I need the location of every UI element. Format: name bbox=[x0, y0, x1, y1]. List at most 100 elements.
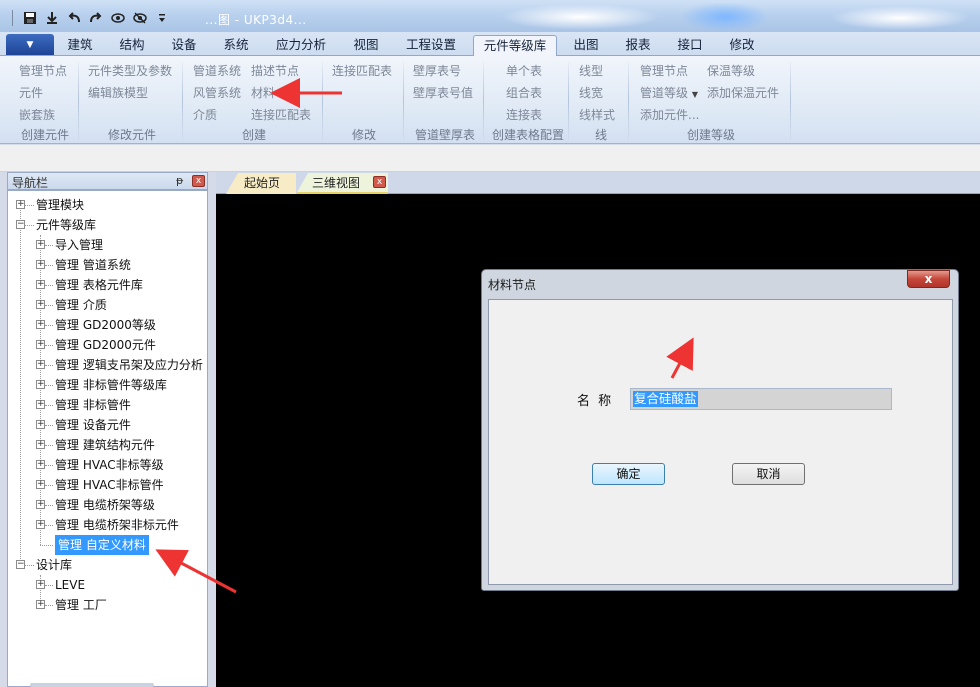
tree-node[interactable]: + 导入管理 bbox=[8, 235, 207, 255]
tree-node[interactable]: + 管理 电缆桥架非标元件 bbox=[8, 515, 207, 535]
tab-start-page[interactable]: 起始页 bbox=[226, 173, 296, 194]
add-insulation-component-button[interactable]: 添加保温元件 bbox=[707, 84, 779, 101]
cancel-button[interactable]: 取消 bbox=[732, 463, 805, 485]
expand-icon[interactable]: + bbox=[36, 500, 45, 509]
tree-node[interactable]: + 管理 介质 bbox=[8, 295, 207, 315]
tree-node[interactable]: + 管理 非标管件 bbox=[8, 395, 207, 415]
nav-horizontal-scrollbar[interactable] bbox=[30, 683, 154, 687]
close-icon[interactable]: x bbox=[373, 176, 386, 188]
component-type-params-button[interactable]: 元件类型及参数 bbox=[88, 62, 172, 79]
redo-icon[interactable] bbox=[87, 9, 105, 27]
edit-family-model-button[interactable]: 编辑族模型 bbox=[88, 84, 148, 101]
tree-node[interactable]: + 管理 表格元件库 bbox=[8, 275, 207, 295]
tab-component-class-library[interactable]: 元件等级库 bbox=[473, 35, 557, 56]
undo-icon[interactable] bbox=[65, 9, 83, 27]
tab-modify[interactable]: 修改 bbox=[720, 35, 764, 56]
tree-node[interactable]: + 管理 电缆桥架等级 bbox=[8, 495, 207, 515]
tab-drawing-output[interactable]: 出图 bbox=[564, 35, 608, 56]
expand-icon[interactable]: + bbox=[36, 400, 45, 409]
lineweight-button[interactable]: 线宽 bbox=[579, 84, 603, 101]
eye-icon[interactable] bbox=[109, 9, 127, 27]
tab-architecture[interactable]: 建筑 bbox=[58, 35, 102, 56]
expand-icon[interactable]: + bbox=[36, 240, 45, 249]
expand-icon[interactable]: + bbox=[16, 200, 25, 209]
manage-node-button[interactable]: 管理节点 bbox=[19, 62, 67, 79]
tree-node[interactable]: 管理 自定义材料 bbox=[8, 535, 207, 555]
expand-icon[interactable]: + bbox=[36, 460, 45, 469]
tab-interface[interactable]: 接口 bbox=[668, 35, 712, 56]
tree-node-label: 管理 建筑结构元件 bbox=[55, 438, 155, 452]
tree-node[interactable]: + 管理 HVAC非标等级 bbox=[8, 455, 207, 475]
combined-table-button[interactable]: 组合表 bbox=[506, 84, 542, 101]
collapse-icon[interactable]: − bbox=[16, 560, 25, 569]
customize-icon[interactable] bbox=[153, 9, 171, 27]
pin-icon[interactable]: ᵽ bbox=[176, 174, 183, 187]
expand-icon[interactable]: + bbox=[36, 600, 45, 609]
tree-node[interactable]: + 管理 GD2000元件 bbox=[8, 335, 207, 355]
name-input[interactable]: 复合硅酸盐 bbox=[630, 388, 892, 410]
tree-node-label: 管理 GD2000元件 bbox=[55, 338, 156, 352]
expand-icon[interactable]: + bbox=[36, 340, 45, 349]
add-component-button[interactable]: 添加元件... bbox=[640, 106, 699, 123]
tab-reports[interactable]: 报表 bbox=[616, 35, 660, 56]
wall-thickness-no-button[interactable]: 壁厚表号 bbox=[413, 62, 461, 79]
connection-match-table-modify-button[interactable]: 连接匹配表 bbox=[332, 62, 392, 79]
tab-view[interactable]: 视图 bbox=[344, 35, 388, 56]
tree-node[interactable]: + 管理 非标管件等级库 bbox=[8, 375, 207, 395]
ok-button[interactable]: 确定 bbox=[592, 463, 665, 485]
expand-icon[interactable]: + bbox=[36, 260, 45, 269]
expand-icon[interactable]: + bbox=[36, 420, 45, 429]
pipe-system-button[interactable]: 管道系统 bbox=[193, 62, 241, 79]
connection-table-button[interactable]: 连接表 bbox=[506, 106, 542, 123]
tree-node[interactable]: + 管理 GD2000等级 bbox=[8, 315, 207, 335]
expand-icon[interactable]: + bbox=[36, 320, 45, 329]
tree-node[interactable]: + LEVE bbox=[8, 575, 207, 595]
nested-family-button[interactable]: 嵌套族 bbox=[19, 106, 55, 123]
close-icon[interactable]: x bbox=[907, 270, 950, 288]
expand-icon[interactable]: + bbox=[36, 440, 45, 449]
single-table-button[interactable]: 单个表 bbox=[506, 62, 542, 79]
tab-structure[interactable]: 结构 bbox=[110, 35, 154, 56]
tab-project-settings[interactable]: 工程设置 bbox=[398, 35, 464, 56]
tree-node[interactable]: + 管理 设备元件 bbox=[8, 415, 207, 435]
connection-match-table-create-button[interactable]: 连接匹配表 bbox=[251, 106, 311, 123]
collapse-icon[interactable]: − bbox=[16, 220, 25, 229]
eye-off-icon[interactable] bbox=[131, 9, 149, 27]
tree-node[interactable]: + 管理 逻辑支吊架及应力分析 bbox=[8, 355, 207, 375]
duct-system-button[interactable]: 风管系统 bbox=[193, 84, 241, 101]
expand-icon[interactable]: + bbox=[36, 580, 45, 589]
pipe-grade-button[interactable]: 管道等级 ▼ bbox=[640, 84, 698, 101]
download-icon[interactable] bbox=[43, 9, 61, 27]
component-button[interactable]: 元件 bbox=[19, 84, 43, 101]
application-menu-button[interactable]: ▼ bbox=[6, 34, 54, 55]
tree-node-label: 管理 自定义材料 bbox=[55, 535, 149, 555]
tree-node[interactable]: + 管理 工厂 bbox=[8, 595, 207, 615]
material-button[interactable]: 材料 bbox=[251, 84, 275, 101]
linetype-button[interactable]: 线型 bbox=[579, 62, 603, 79]
expand-icon[interactable]: + bbox=[36, 520, 45, 529]
tab-stress-analysis[interactable]: 应力分析 bbox=[268, 35, 334, 56]
medium-button[interactable]: 介质 bbox=[193, 106, 217, 123]
panel-splitter[interactable] bbox=[208, 172, 216, 687]
describe-node-button[interactable]: 描述节点 bbox=[251, 62, 299, 79]
tree-node[interactable]: + 管理模块 bbox=[8, 195, 207, 215]
wall-thickness-value-button[interactable]: 壁厚表号值 bbox=[413, 84, 473, 101]
insulation-grade-button[interactable]: 保温等级 bbox=[707, 62, 755, 79]
expand-icon[interactable]: + bbox=[36, 300, 45, 309]
tree-node[interactable]: + 管理 管道系统 bbox=[8, 255, 207, 275]
expand-icon[interactable]: + bbox=[36, 280, 45, 289]
manage-node-grade-button[interactable]: 管理节点 bbox=[640, 62, 688, 79]
tab-equipment[interactable]: 设备 bbox=[162, 35, 206, 56]
tree-node[interactable]: − 元件等级库 bbox=[8, 215, 207, 235]
dropdown-arrow-icon: ▼ bbox=[691, 90, 698, 99]
expand-icon[interactable]: + bbox=[36, 380, 45, 389]
expand-icon[interactable]: + bbox=[36, 360, 45, 369]
tree-node[interactable]: + 管理 HVAC非标管件 bbox=[8, 475, 207, 495]
tab-system[interactable]: 系统 bbox=[214, 35, 258, 56]
close-icon[interactable]: x bbox=[192, 175, 205, 187]
expand-icon[interactable]: + bbox=[36, 480, 45, 489]
tree-node[interactable]: − 设计库 bbox=[8, 555, 207, 575]
linestyle-button[interactable]: 线样式 bbox=[579, 106, 615, 123]
save-icon[interactable] bbox=[21, 9, 39, 27]
tree-node[interactable]: + 管理 建筑结构元件 bbox=[8, 435, 207, 455]
